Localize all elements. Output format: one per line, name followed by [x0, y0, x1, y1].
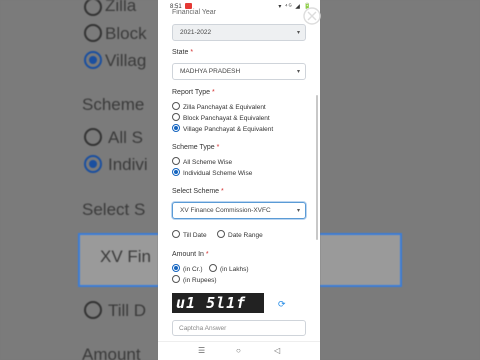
radio-block-panchayat[interactable]: Block Panchayat & Equivalent: [172, 113, 270, 122]
chevron-down-icon: ▾: [296, 30, 300, 36]
recents-icon[interactable]: ☰: [198, 346, 205, 355]
radio-in-rupees[interactable]: (in Rupees): [172, 275, 217, 284]
radio-button-selected[interactable]: [172, 264, 180, 272]
radio-date-range[interactable]: Date Range: [217, 230, 263, 239]
bg-radio-block: [84, 24, 102, 42]
back-icon[interactable]: ◁: [274, 346, 280, 355]
state-value: MADHYA PRADESH: [180, 68, 241, 75]
bg-text-individual: Indivi: [108, 155, 148, 174]
bg-text-xvfin: XV Fin: [100, 247, 152, 266]
amount-in-label: Amount In *: [172, 251, 209, 258]
radio-individual-scheme[interactable]: Individual Scheme Wise: [172, 168, 252, 177]
bg-text-amount: Amount: [82, 345, 141, 360]
bg-radio-all: [84, 128, 102, 146]
select-scheme-label: Select Scheme *: [172, 188, 224, 195]
financial-year-label: Financial Year: [172, 9, 216, 16]
background-zoom-right: [320, 0, 480, 360]
radio-button[interactable]: [209, 264, 217, 272]
radio-in-lakhs[interactable]: (in Lakhs): [209, 264, 249, 273]
android-nav-bar: ☰ ○ ◁: [158, 341, 320, 360]
scheme-type-label: Scheme Type *: [172, 144, 220, 151]
radio-button[interactable]: [172, 275, 180, 283]
select-scheme-select[interactable]: XV Finance Commission-XVFC ▾: [172, 202, 306, 219]
radio-till-date[interactable]: Till Date: [172, 230, 207, 239]
radio-button[interactable]: [172, 102, 180, 110]
refresh-icon[interactable]: ⟳: [278, 299, 286, 310]
bg-radio-individual: [84, 155, 102, 173]
bg-text-select: Select S: [82, 200, 146, 219]
bg-text-till: Till D: [108, 301, 147, 320]
bg-text-scheme: Scheme: [82, 95, 145, 114]
chevron-down-icon: ▾: [296, 69, 300, 75]
state-label: State *: [172, 49, 194, 56]
radio-button[interactable]: [172, 113, 180, 121]
scrollbar[interactable]: [316, 95, 318, 240]
bg-text-all: All S: [108, 128, 143, 147]
captcha-image: u1 5l1f: [172, 293, 264, 313]
chevron-down-icon: ▾: [296, 208, 300, 214]
bg-radio-village: [84, 51, 102, 69]
phone-screen: 8:51 ▾ ⁴ᴳ ◢ 🔋 Financial Year 2021-2022 ▾…: [158, 0, 320, 360]
home-icon[interactable]: ○: [236, 346, 241, 355]
select-scheme-value: XV Finance Commission-XVFC: [180, 207, 271, 214]
radio-all-scheme[interactable]: All Scheme Wise: [172, 157, 232, 166]
radio-button[interactable]: [172, 230, 180, 238]
state-select[interactable]: MADHYA PRADESH ▾: [172, 63, 306, 80]
radio-button[interactable]: [172, 157, 180, 165]
report-type-label: Report Type *: [172, 89, 215, 96]
radio-in-crore[interactable]: (in Cr.): [172, 264, 203, 273]
bg-select-box-right: [320, 233, 402, 287]
radio-button-selected[interactable]: [172, 168, 180, 176]
bg-text-zilla: Zilla: [105, 0, 137, 15]
bg-radio-till: [84, 301, 102, 319]
radio-village-panchayat[interactable]: Village Panchayat & Equivalent: [172, 124, 273, 133]
captcha-answer-input[interactable]: Captcha Answer: [172, 320, 306, 336]
radio-button-selected[interactable]: [172, 124, 180, 132]
radio-button[interactable]: [217, 230, 225, 238]
bg-text-village: Villag: [105, 51, 147, 70]
bg-text-block: Block: [105, 24, 147, 43]
radio-zilla-panchayat[interactable]: Zilla Panchayat & Equivalent: [172, 102, 266, 111]
financial-year-value: 2021-2022: [180, 29, 212, 36]
financial-year-select[interactable]: 2021-2022 ▾: [172, 24, 306, 41]
close-icon[interactable]: [302, 6, 322, 26]
background-zoom-left: Zilla Block Villag Scheme All S Indivi S…: [0, 0, 158, 360]
